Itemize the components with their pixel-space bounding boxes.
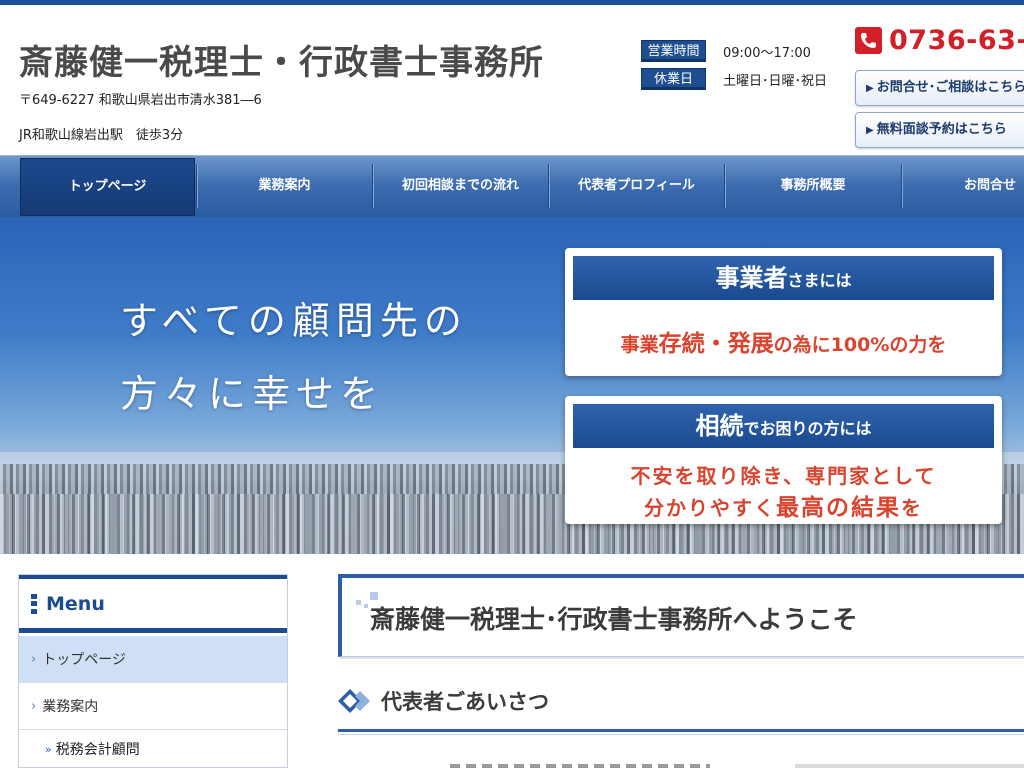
nav-item-contact[interactable]: お問合せ <box>902 156 1024 217</box>
contact-button[interactable]: ▶ お問合せ･ご相談はこちら <box>855 70 1024 106</box>
hero-copy-line2: 方々に幸せを <box>120 372 385 416</box>
chevron-right-icon: › <box>31 698 37 714</box>
card-message-part: を <box>901 496 923 520</box>
sidebar-item-services[interactable]: › 業務案内 <box>19 683 287 730</box>
welcome-title: 斎藤健一税理士･行政書士事務所へようこそ <box>370 605 858 634</box>
card-heading: 事業者さまには <box>573 256 994 300</box>
card-message-part: の為に100%の力を <box>773 334 947 356</box>
contact-button-label: お問合せ･ご相談はこちら <box>876 80 1024 95</box>
double-chevron-icon: » <box>45 742 52 756</box>
card-heading-strong: 相続 <box>695 412 744 440</box>
card-message-part: 分かりやすく <box>644 496 776 520</box>
card-message-emphasis: 最高の結果 <box>776 495 901 521</box>
hours-tag: 営業時間 <box>641 40 706 62</box>
greeting-text-cutoff <box>450 764 710 768</box>
card-message: 事業存続・発展の為に100%の力を <box>565 324 1002 358</box>
sidebar-menu: Menu › トップページ › 業務案内 » 税務会計顧問 <box>18 574 288 768</box>
office-address: 〒649-6227 和歌山県岩出市清水381―6 <box>19 93 262 108</box>
office-access: JR和歌山線岩出駅 徒歩3分 <box>19 128 184 143</box>
global-nav: トップページ 業務案内 初回相談までの流れ 代表者プロフィール 事務所概要 お問… <box>0 155 1024 217</box>
sidebar-title: Menu <box>46 592 105 615</box>
card-message-line1: 不安を取り除き、専門家として <box>630 464 937 488</box>
business-hours: 営業時間 09:00～17:00 休業日 土曜日･日曜･祝日 <box>641 39 827 95</box>
hero-copy-line1: すべての顧問先の <box>120 299 468 343</box>
business-owner-card[interactable]: 事業者さまには 事業存続・発展の為に100%の力を <box>565 248 1002 376</box>
nav-item-flow[interactable]: 初回相談までの流れ <box>373 156 548 217</box>
greeting-section-heading: 代表者ごあいさつ <box>338 680 1024 732</box>
sidebar-subitem-tax-advisory[interactable]: » 税務会計顧問 <box>19 730 287 768</box>
card-heading-rest: さまには <box>787 271 852 290</box>
greeting-title: 代表者ごあいさつ <box>381 690 549 714</box>
sidebar-subitem-label: 税務会計顧問 <box>55 742 140 758</box>
booking-button-label: 無料面談予約はこちら <box>876 122 1007 137</box>
chevron-right-icon: › <box>31 651 37 667</box>
inheritance-card[interactable]: 相続でお困りの方には 不安を取り除き、専門家として 分かりやすく最高の結果を <box>565 396 1002 524</box>
sidebar-item-label: 業務案内 <box>42 699 99 715</box>
card-heading-rest: でお困りの方には <box>743 419 872 438</box>
phone-contact[interactable]: 0736-63-3 <box>855 25 1024 56</box>
diamond-icon <box>338 686 372 716</box>
divider <box>338 734 1024 735</box>
caret-right-icon: ▶ <box>866 83 874 94</box>
nav-item-top[interactable]: トップページ <box>20 158 195 216</box>
phone-icon <box>855 27 882 54</box>
sidebar-item-top[interactable]: › トップページ <box>19 636 287 683</box>
card-message-line2: 分かりやすく最高の結果を <box>565 488 1002 522</box>
sidebar-item-label: トップページ <box>42 652 126 668</box>
hours-value: 09:00～17:00 <box>723 45 811 61</box>
closed-tag: 休業日 <box>641 68 706 90</box>
hours-row-open: 営業時間 09:00～17:00 <box>641 39 827 63</box>
card-message-emphasis: 存続・発展 <box>658 331 774 357</box>
nav-item-profile[interactable]: 代表者プロフィール <box>549 156 724 217</box>
welcome-heading-box: 斎藤健一税理士･行政書士事務所へようこそ <box>338 574 1024 657</box>
card-message-part: 事業 <box>620 334 659 356</box>
hero-banner: すべての顧問先の 方々に幸せを 事業者さまには 事業存続・発展の為に100%の力… <box>0 217 1024 554</box>
caret-right-icon: ▶ <box>866 125 874 136</box>
representative-photo <box>795 764 1024 768</box>
nav-item-office[interactable]: 事務所概要 <box>725 156 901 217</box>
sidebar-heading: Menu <box>19 575 287 633</box>
site-header: 斎藤健一税理士・行政書士事務所 〒649-6227 和歌山県岩出市清水381―6… <box>0 5 1024 155</box>
menu-bars-icon <box>31 593 37 614</box>
closed-value: 土曜日･日曜･祝日 <box>723 73 828 89</box>
card-heading: 相続でお困りの方には <box>573 404 994 448</box>
site-title[interactable]: 斎藤健一税理士・行政書士事務所 <box>19 35 544 84</box>
card-heading-strong: 事業者 <box>715 264 788 292</box>
phone-number[interactable]: 0736-63-3 <box>889 25 1024 56</box>
booking-button[interactable]: ▶ 無料面談予約はこちら <box>855 112 1024 148</box>
nav-item-services[interactable]: 業務案内 <box>197 156 372 217</box>
hours-row-closed: 休業日 土曜日･日曜･祝日 <box>641 67 827 91</box>
